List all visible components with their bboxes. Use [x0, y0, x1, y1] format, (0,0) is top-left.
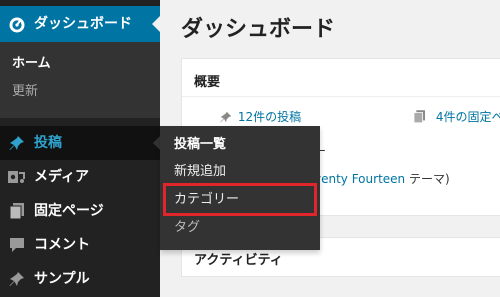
sidebar-item-label: サンプル: [34, 271, 90, 287]
widget-title: アクティビティ: [194, 253, 283, 268]
sidebar-item-pages[interactable]: 固定ページ: [0, 194, 160, 228]
sidebar-item-label: メディア: [34, 169, 90, 185]
page-title: ダッシュボード: [181, 17, 336, 42]
sidebar-item-dashboard[interactable]: ダッシュボード: [0, 6, 160, 42]
sidebar-item-media[interactable]: メディア: [0, 160, 160, 194]
sidebar-item-label: 固定ページ: [34, 203, 104, 219]
theme-row: venty Fourteen テーマ): [314, 171, 450, 187]
submenu-item-updates[interactable]: 更新: [12, 84, 38, 100]
pages-count-link[interactable]: 4件の固定ペ: [436, 110, 500, 124]
submenu-item-home[interactable]: ホーム: [12, 56, 51, 72]
pin-icon: [8, 270, 26, 288]
flyout-item-all-posts[interactable]: 投稿一覧: [174, 137, 226, 153]
pages-icon: [8, 202, 26, 220]
flyout-item-add-new[interactable]: 新規追加: [174, 164, 226, 180]
admin-sidebar: ダッシュボード ホーム 更新 投稿 メディア 固定ページ コメント サンプル: [0, 0, 161, 297]
comment-bubble-icon: [8, 236, 26, 254]
sidebar-item-comments[interactable]: コメント: [0, 228, 160, 262]
widget-title: 概要: [194, 75, 221, 90]
theme-link[interactable]: venty Fourteen: [314, 172, 405, 186]
flyout-item-tags[interactable]: タグ: [174, 220, 200, 236]
categories-highlight-box: [163, 183, 317, 216]
sidebar-item-posts[interactable]: 投稿: [0, 126, 161, 160]
posts-count-row: 12件の投稿: [220, 109, 301, 127]
dashboard-submenu: ホーム 更新: [0, 42, 160, 118]
sidebar-item-label: 投稿: [34, 135, 62, 151]
pin-icon: [8, 134, 26, 152]
sidebar-item-label: コメント: [34, 237, 90, 253]
pages-icon: [413, 110, 432, 127]
dashboard-gauge-icon: [8, 15, 26, 33]
sidebar-item-label: ダッシュボード: [34, 16, 132, 32]
pin-icon: [220, 111, 234, 127]
sidebar-item-sample[interactable]: サンプル: [0, 262, 160, 296]
media-icon: [8, 168, 26, 186]
theme-suffix: テーマ): [405, 172, 450, 186]
posts-count-link[interactable]: 12件の投稿: [238, 110, 301, 124]
pages-count-row: 4件の固定ペ: [413, 109, 500, 127]
widget-divider: [182, 96, 500, 97]
